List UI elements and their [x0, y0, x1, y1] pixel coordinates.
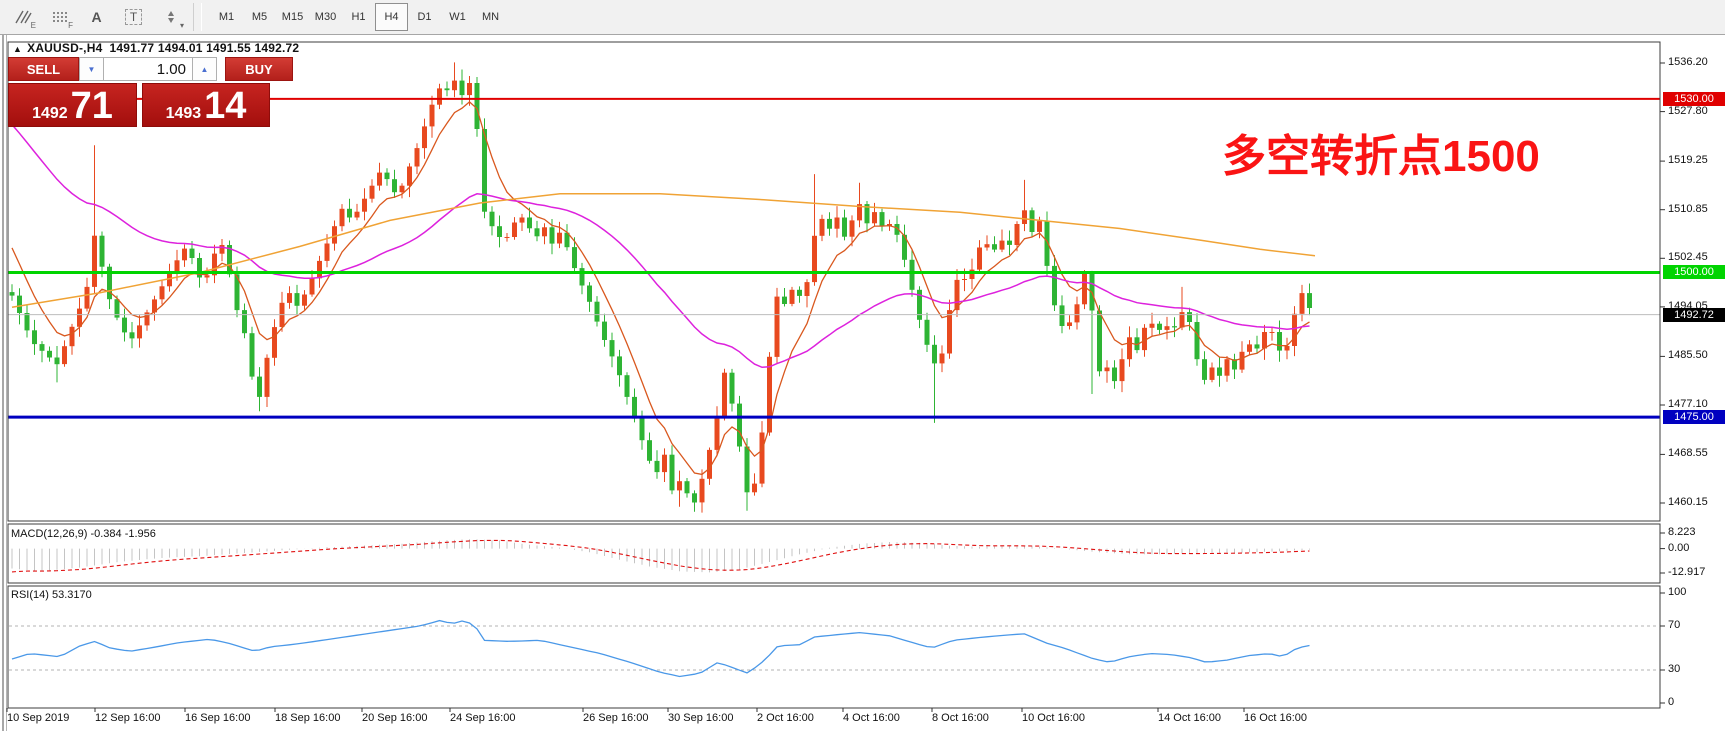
- timeframe-button-m1[interactable]: M1: [210, 3, 243, 31]
- time-tick-label: 12 Sep 16:00: [95, 712, 160, 724]
- toolbar-separator: [193, 3, 202, 31]
- macd-tick-label: -12.917: [1668, 566, 1705, 578]
- price-line-label: 1475.00: [1663, 410, 1725, 424]
- drawing-tools-group: EFAT▾: [4, 3, 189, 32]
- rsi-tick-label: 70: [1668, 619, 1680, 631]
- current-price-label: 1492.72: [1663, 308, 1725, 322]
- chart-symbol-header: ▲ XAUUSD-,H4 1491.77 1494.01 1491.55 1492…: [13, 41, 299, 55]
- symbol-period-label: XAUUSD-,H4: [27, 41, 102, 55]
- price-tick-label: 1485.50: [1668, 349, 1708, 361]
- timeframe-button-h1[interactable]: H1: [342, 3, 375, 31]
- toolbar: EFAT▾ M1M5M15M30H1H4D1W1MN: [0, 0, 1725, 35]
- grid-tool-icon-f[interactable]: F: [42, 3, 77, 32]
- rsi-indicator-label: RSI(14) 53.3170: [11, 589, 92, 601]
- label-tool-icon-t[interactable]: T: [116, 3, 151, 32]
- price-tick-label: 1502.45: [1668, 251, 1708, 263]
- timeframe-button-d1[interactable]: D1: [408, 3, 441, 31]
- timeframe-button-w1[interactable]: W1: [441, 3, 474, 31]
- price-tick-label: 1536.20: [1668, 56, 1708, 68]
- macd-indicator-label: MACD(12,26,9) -0.384 -1.956: [11, 528, 156, 540]
- text-tool-icon-a[interactable]: A: [79, 3, 114, 32]
- buy-price-big: 14: [204, 84, 246, 128]
- time-tick-label: 16 Sep 16:00: [185, 712, 250, 724]
- price-tick-label: 1460.15: [1668, 496, 1708, 508]
- timeframe-button-h4[interactable]: H4: [375, 3, 408, 31]
- sell-price-quote[interactable]: 1492 71: [8, 83, 137, 127]
- macd-tick-label: 8.223: [1668, 526, 1696, 538]
- timeframe-button-m5[interactable]: M5: [243, 3, 276, 31]
- rsi-tick-label: 100: [1668, 586, 1686, 598]
- timeframe-buttons-group: M1M5M15M30H1H4D1W1MN: [210, 3, 507, 31]
- time-tick-label: 4 Oct 16:00: [843, 712, 900, 724]
- sell-button[interactable]: SELL: [8, 57, 79, 81]
- buy-button[interactable]: BUY: [225, 57, 293, 81]
- price-tick-label: 1477.10: [1668, 398, 1708, 410]
- time-tick-label: 14 Oct 16:00: [1158, 712, 1221, 724]
- buy-price-small: 1493: [166, 105, 202, 127]
- time-tick-label: 24 Sep 16:00: [450, 712, 515, 724]
- timeframe-button-mn[interactable]: MN: [474, 3, 507, 31]
- one-click-trading-panel: SELL ▼ ▲ BUY 1492 71 1493 14: [8, 57, 294, 127]
- time-tick-label: 8 Oct 16:00: [932, 712, 989, 724]
- rsi-tick-label: 30: [1668, 663, 1680, 675]
- time-tick-label: 10 Oct 16:00: [1022, 712, 1085, 724]
- mt-trading-terminal: EFAT▾ M1M5M15M30H1H4D1W1MN ▲ XAUUSD-,H4 1…: [0, 0, 1725, 731]
- time-tick-label: 20 Sep 16:00: [362, 712, 427, 724]
- time-tick-label: 30 Sep 16:00: [668, 712, 733, 724]
- volume-increase-button[interactable]: ▲: [192, 57, 217, 81]
- cycle-arrows-tool-icon[interactable]: ▾: [153, 3, 188, 32]
- indicator-tool-icon-e[interactable]: E: [5, 3, 40, 32]
- rsi-tick-label: 0: [1668, 696, 1674, 708]
- price-line-label: 1530.00: [1663, 92, 1725, 106]
- volume-decrease-button[interactable]: ▼: [79, 57, 104, 81]
- timeframe-button-m15[interactable]: M15: [276, 3, 309, 31]
- time-tick-label: 26 Sep 16:00: [583, 712, 648, 724]
- volume-input[interactable]: [104, 57, 192, 81]
- sell-price-big: 71: [71, 84, 113, 128]
- timeframe-button-m30[interactable]: M30: [309, 3, 342, 31]
- ohlc-values: 1491.77 1494.01 1491.55 1492.72: [110, 41, 300, 55]
- price-tick-label: 1527.80: [1668, 105, 1708, 117]
- macd-tick-label: 0.00: [1668, 542, 1689, 554]
- time-tick-label: 2 Oct 16:00: [757, 712, 814, 724]
- price-line-label: 1500.00: [1663, 265, 1725, 279]
- price-tick-label: 1468.55: [1668, 447, 1708, 459]
- time-tick-label: 18 Sep 16:00: [275, 712, 340, 724]
- buy-price-quote[interactable]: 1493 14: [142, 83, 270, 127]
- price-tick-label: 1519.25: [1668, 154, 1708, 166]
- time-tick-label: 10 Sep 2019: [7, 712, 69, 724]
- time-tick-label: 16 Oct 16:00: [1244, 712, 1307, 724]
- price-tick-label: 1510.85: [1668, 203, 1708, 215]
- chart-text-annotation: 多空转折点1500: [1222, 134, 1540, 180]
- sell-price-small: 1492: [32, 105, 68, 127]
- collapse-arrow-icon[interactable]: ▲: [13, 44, 22, 54]
